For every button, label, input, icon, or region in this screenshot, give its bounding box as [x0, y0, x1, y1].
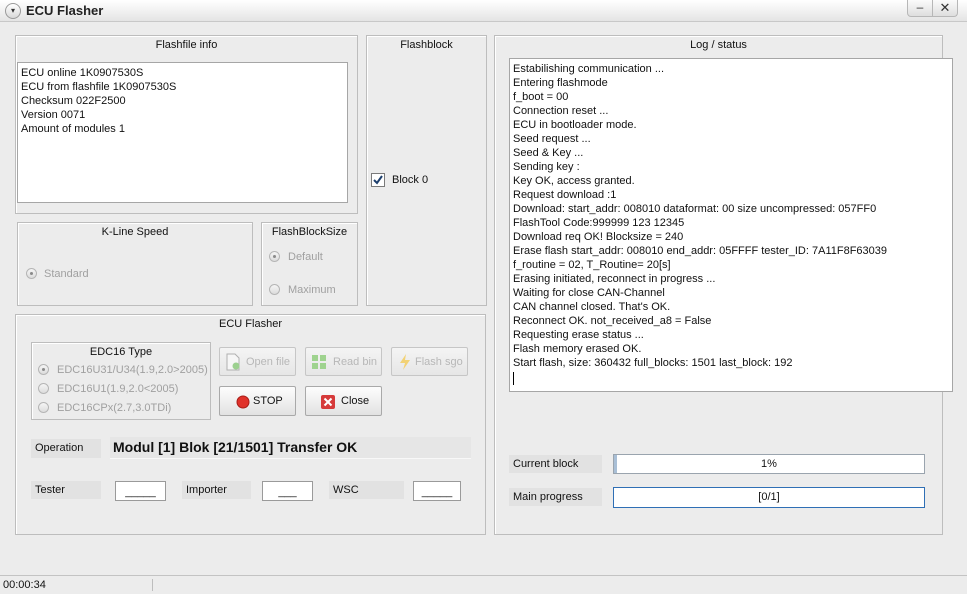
log-line: Seed & Key ... — [513, 147, 584, 159]
close-button[interactable]: Close — [305, 386, 382, 416]
blocksize-maximum-label: Maximum — [288, 284, 336, 296]
log-line: Flash memory erased OK. — [513, 343, 642, 355]
flashblock-panel: Flashblock — [366, 35, 487, 306]
log-line: Connection reset ... — [513, 105, 609, 117]
window-title: ECU Flasher — [26, 3, 104, 18]
wsc-field[interactable]: _____ — [413, 481, 461, 501]
title-bar — [0, 0, 967, 22]
edc16-u1-radio[interactable] — [38, 383, 49, 394]
current-block-label: Current block — [509, 455, 602, 473]
log-line: Start flash, size: 360432 full_blocks: 1… — [513, 357, 793, 369]
main-progress-bar: [0/1] — [613, 487, 925, 508]
block-0-label: Block 0 — [392, 174, 429, 186]
flashfile-info-title: Flashfile info — [155, 39, 218, 51]
close-window-button[interactable]: ✕ — [932, 0, 958, 17]
flashfile-info-list[interactable]: ECU online 1K0907530S ECU from flashfile … — [17, 62, 348, 203]
tester-field[interactable]: _____ — [115, 481, 166, 501]
window-menu-icon[interactable]: ▾ — [5, 3, 21, 19]
kline-standard-radio[interactable] — [26, 268, 37, 279]
open-file-icon — [226, 353, 240, 371]
edc16-u1-label: EDC16U1(1.9,2.0<2005) — [57, 383, 179, 395]
block-0-checkbox[interactable] — [371, 173, 385, 187]
edc16-type-title: EDC16 Type — [89, 346, 153, 358]
status-bar: 00:00:34 — [0, 575, 967, 594]
flashblock-title: Flashblock — [400, 39, 453, 51]
log-line: Erasing initiated, reconnect in progress… — [513, 273, 716, 285]
close-icon — [321, 395, 335, 409]
checkmark-icon — [373, 175, 383, 185]
read-bin-button[interactable]: Read bin — [305, 347, 382, 376]
log-line: Estabilishing communication ... — [513, 63, 665, 75]
edc16-u31-radio[interactable] — [38, 364, 49, 375]
importer-label: Importer — [182, 481, 251, 499]
operation-label: Operation — [31, 439, 101, 458]
log-line: ECU in bootloader mode. — [513, 119, 637, 131]
log-line: f_boot = 00 — [513, 91, 569, 103]
statusbar-divider — [152, 579, 153, 591]
flash-sgo-button[interactable]: Flash sgo — [391, 347, 468, 376]
lightning-icon — [400, 354, 410, 370]
log-line: CAN channel closed. That's OK. — [513, 301, 671, 313]
log-line: Erase flash start_addr: 008010 end_addr:… — [513, 245, 888, 257]
current-block-text: 1% — [761, 458, 777, 470]
ecu-flasher-title: ECU Flasher — [219, 318, 282, 330]
text-cursor — [513, 372, 514, 385]
log-status-title: Log / status — [690, 39, 747, 51]
elapsed-time: 00:00:34 — [3, 579, 46, 591]
tester-label: Tester — [31, 481, 101, 499]
wsc-label: WSC — [329, 481, 404, 499]
current-block-progress: 1% — [613, 454, 925, 474]
open-file-button[interactable]: Open file — [219, 347, 296, 376]
flashfile-info-line: Amount of modules 1 — [21, 123, 125, 135]
edc16-cpx-label: EDC16CPx(2.7,3.0TDi) — [57, 402, 172, 414]
edc16-cpx-radio[interactable] — [38, 402, 49, 413]
minimize-button[interactable]: – — [907, 0, 933, 17]
main-progress-text: [0/1] — [758, 491, 780, 503]
flashfile-info-line: Version 0071 — [21, 109, 86, 121]
log-line: Seed request ... — [513, 133, 591, 145]
log-line: Download req OK! Blocksize = 240 — [513, 231, 684, 243]
flash-sgo-label: Flash sgo — [415, 356, 463, 368]
edc16-u31-label: EDC16U31/U34(1.9,2.0>2005) — [57, 364, 208, 376]
read-bin-icon — [312, 355, 326, 369]
flashblocksize-title: FlashBlockSize — [271, 226, 348, 238]
kline-standard-label: Standard — [44, 268, 89, 280]
blocksize-default-radio[interactable] — [269, 251, 280, 262]
log-line: Key OK, access granted. — [513, 175, 635, 187]
blocksize-default-label: Default — [288, 251, 323, 263]
log-line: Download: start_addr: 008010 dataformat:… — [513, 203, 877, 215]
log-line: f_routine = 02, T_Routine= 20[s] — [513, 259, 671, 271]
log-line: Requesting erase status ... — [513, 329, 644, 341]
flashfile-info-line: ECU from flashfile 1K0907530S — [21, 81, 177, 93]
blocksize-maximum-radio[interactable] — [269, 284, 280, 295]
stop-button[interactable]: STOP — [219, 386, 296, 416]
operation-value: Modul [1] Blok [21/1501] Transfer OK — [113, 439, 358, 455]
stop-icon — [236, 395, 250, 409]
read-bin-label: Read bin — [333, 356, 378, 368]
kline-speed-panel: K-Line Speed — [17, 222, 253, 306]
importer-field[interactable]: ___ — [262, 481, 313, 501]
operation-field: Modul [1] Blok [21/1501] Transfer OK — [110, 437, 471, 459]
stop-label: STOP — [253, 395, 283, 407]
log-line: Entering flashmode — [513, 77, 608, 89]
main-progress-label: Main progress — [509, 488, 602, 506]
kline-speed-title: K-Line Speed — [101, 226, 169, 238]
log-line: Request download :1 — [513, 189, 617, 201]
current-block-fill — [614, 455, 618, 473]
open-file-label: Open file — [246, 356, 291, 368]
log-list[interactable]: Estabilishing communication ... Entering … — [509, 58, 953, 392]
log-line: FlashTool Code:999999 123 12345 — [513, 217, 685, 229]
flashfile-info-line: ECU online 1K0907530S — [21, 67, 144, 79]
log-line: Sending key : — [513, 161, 580, 173]
log-line: Waiting for close CAN-Channel — [513, 287, 665, 299]
log-line: Reconnect OK. not_received_a8 = False — [513, 315, 712, 327]
close-label: Close — [341, 395, 370, 407]
flashfile-info-line: Checksum 022F2500 — [21, 95, 126, 107]
